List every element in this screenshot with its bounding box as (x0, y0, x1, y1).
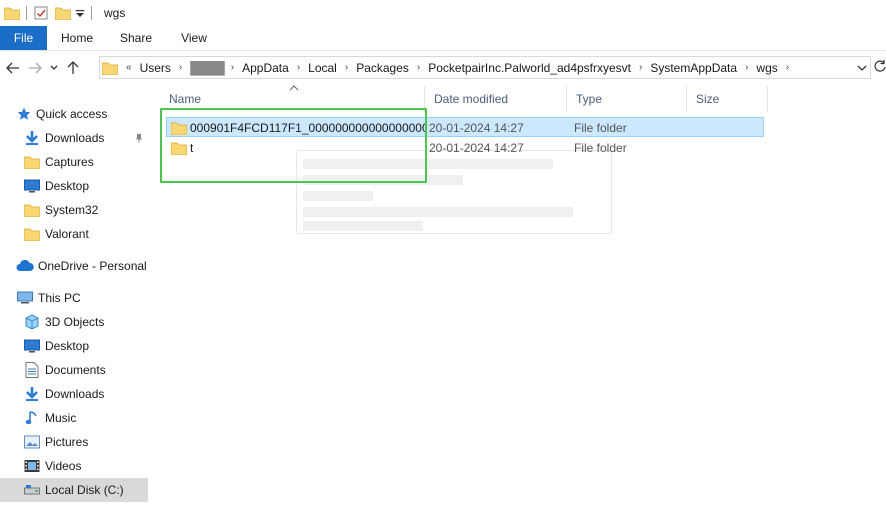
properties-check-icon[interactable] (33, 3, 49, 23)
sidebar-item-3d-objects[interactable]: 3D Objects (0, 310, 148, 334)
hard-drive-icon (23, 481, 41, 499)
breadcrumb-palworld-package[interactable]: PocketpairInc.Palworld_ad4psfrxyesvt (424, 61, 635, 75)
breadcrumb-separator-icon[interactable]: › (227, 62, 238, 73)
up-arrow-icon[interactable] (62, 57, 84, 79)
address-bar[interactable]: « Users › █████ › AppData › Local › Pack… (99, 56, 871, 79)
breadcrumb-appdata[interactable]: AppData (238, 61, 293, 75)
sidebar-item-desktop[interactable]: Desktop (0, 174, 148, 198)
column-header-date-modified[interactable]: Date modified (425, 86, 567, 112)
sidebar-label-this-pc: This PC (38, 291, 81, 305)
breadcrumb-systemappdata[interactable]: SystemAppData (646, 61, 741, 75)
sidebar-label: Local Disk (C:) (45, 483, 124, 497)
sidebar-label: Valorant (45, 227, 89, 241)
breadcrumb-separator-icon[interactable]: › (413, 62, 424, 73)
sidebar-label-onedrive: OneDrive - Personal (38, 259, 147, 273)
recent-locations-chevron-icon[interactable] (46, 57, 62, 79)
tab-view[interactable]: View (165, 26, 223, 50)
sidebar-label: Videos (45, 459, 82, 473)
cube-icon (23, 313, 41, 331)
refresh-icon[interactable] (874, 59, 886, 77)
document-icon (23, 361, 41, 379)
breadcrumb-separator-icon[interactable]: › (341, 62, 352, 73)
breadcrumb-separator-icon[interactable]: › (635, 62, 646, 73)
breadcrumb-separator-icon[interactable]: › (782, 62, 793, 73)
sidebar-item-system32[interactable]: System32 (0, 198, 148, 222)
breadcrumb-separator-icon[interactable]: › (741, 62, 752, 73)
sidebar-label-quick-access: Quick access (36, 107, 108, 121)
tab-share[interactable]: Share (107, 26, 165, 50)
breadcrumb-local[interactable]: Local (304, 61, 341, 75)
sidebar-label: Music (45, 411, 77, 425)
breadcrumb-separator-icon[interactable]: › (293, 62, 304, 73)
download-arrow-icon (23, 129, 41, 147)
file-date-modified: 20-01-2024 14:27 (429, 141, 524, 155)
file-type: File folder (574, 141, 627, 155)
file-date-modified: 20-01-2024 14:27 (429, 121, 524, 135)
sidebar-label: Desktop (45, 339, 90, 353)
title-bar: wgs (0, 0, 886, 26)
new-folder-icon[interactable] (55, 3, 71, 23)
tab-file[interactable]: File (0, 26, 47, 50)
sidebar-label: Documents (45, 363, 106, 377)
download-arrow-icon (23, 385, 41, 403)
picture-icon (23, 433, 41, 451)
cloud-icon (16, 257, 34, 275)
sidebar-item-quick-access[interactable]: Quick access (0, 102, 148, 126)
breadcrumb-username-redacted[interactable]: █████ (186, 61, 227, 75)
sidebar-label: Captures (45, 155, 94, 169)
star-icon (16, 105, 32, 123)
column-header-type[interactable]: Type (567, 86, 687, 112)
navigation-pane: Quick access Downloads Captures Desktop … (0, 96, 150, 509)
sidebar-item-pc-desktop[interactable]: Desktop (0, 334, 148, 358)
breadcrumb-overflow[interactable]: « (122, 62, 136, 73)
sidebar-item-onedrive[interactable]: OneDrive - Personal (0, 254, 148, 278)
desktop-icon (23, 337, 41, 355)
sidebar-item-music[interactable]: Music (0, 406, 148, 430)
sidebar-item-valorant[interactable]: Valorant (0, 222, 148, 246)
breadcrumb-packages[interactable]: Packages (352, 61, 413, 75)
toolbar-separator (91, 6, 92, 20)
sidebar-label: Desktop (45, 179, 90, 193)
breadcrumb-separator-icon[interactable]: › (175, 62, 186, 73)
sidebar-item-pictures[interactable]: Pictures (0, 430, 148, 454)
sidebar-item-videos[interactable]: Videos (0, 454, 148, 478)
address-folder-icon (102, 58, 118, 78)
folder-icon (4, 3, 20, 23)
sidebar-label: Pictures (45, 435, 89, 449)
folder-icon (23, 153, 41, 171)
window-title: wgs (104, 6, 126, 20)
sidebar-item-documents[interactable]: Documents (0, 358, 148, 382)
sidebar-item-downloads[interactable]: Downloads (0, 126, 148, 150)
file-list: Name Date modified Type Size 000901F4FCD… (160, 85, 886, 509)
ribbon-tabs: File Home Share View (0, 26, 886, 51)
breadcrumb-users[interactable]: Users (136, 61, 175, 75)
toolbar-separator (26, 6, 27, 20)
sidebar-item-this-pc[interactable]: This PC (0, 286, 148, 310)
sidebar-item-captures[interactable]: Captures (0, 150, 148, 174)
annotation-highlight-box (160, 108, 427, 183)
address-history-chevron-icon[interactable] (854, 57, 870, 78)
navigation-bar: « Users › █████ › AppData › Local › Pack… (0, 55, 886, 81)
column-header-size[interactable]: Size (687, 86, 768, 112)
folder-icon (23, 225, 41, 243)
breadcrumb-wgs[interactable]: wgs (752, 61, 781, 75)
film-icon (23, 457, 41, 475)
sidebar-item-local-disk[interactable]: Local Disk (C:) (0, 478, 148, 502)
sidebar-label: System32 (45, 203, 99, 217)
forward-arrow-icon[interactable] (24, 57, 46, 79)
music-note-icon (23, 409, 41, 427)
sidebar-label: Downloads (45, 387, 105, 401)
pin-icon[interactable] (134, 132, 144, 146)
sidebar-label: 3D Objects (45, 315, 105, 329)
computer-icon (16, 289, 34, 307)
sidebar-item-pc-downloads[interactable]: Downloads (0, 382, 148, 406)
customize-toolbar-dropdown-icon[interactable] (75, 3, 85, 23)
file-type: File folder (574, 121, 627, 135)
tab-home[interactable]: Home (47, 26, 107, 50)
sidebar-label: Downloads (45, 131, 105, 145)
folder-icon (23, 201, 41, 219)
back-arrow-icon[interactable] (2, 57, 24, 79)
desktop-icon (23, 177, 41, 195)
